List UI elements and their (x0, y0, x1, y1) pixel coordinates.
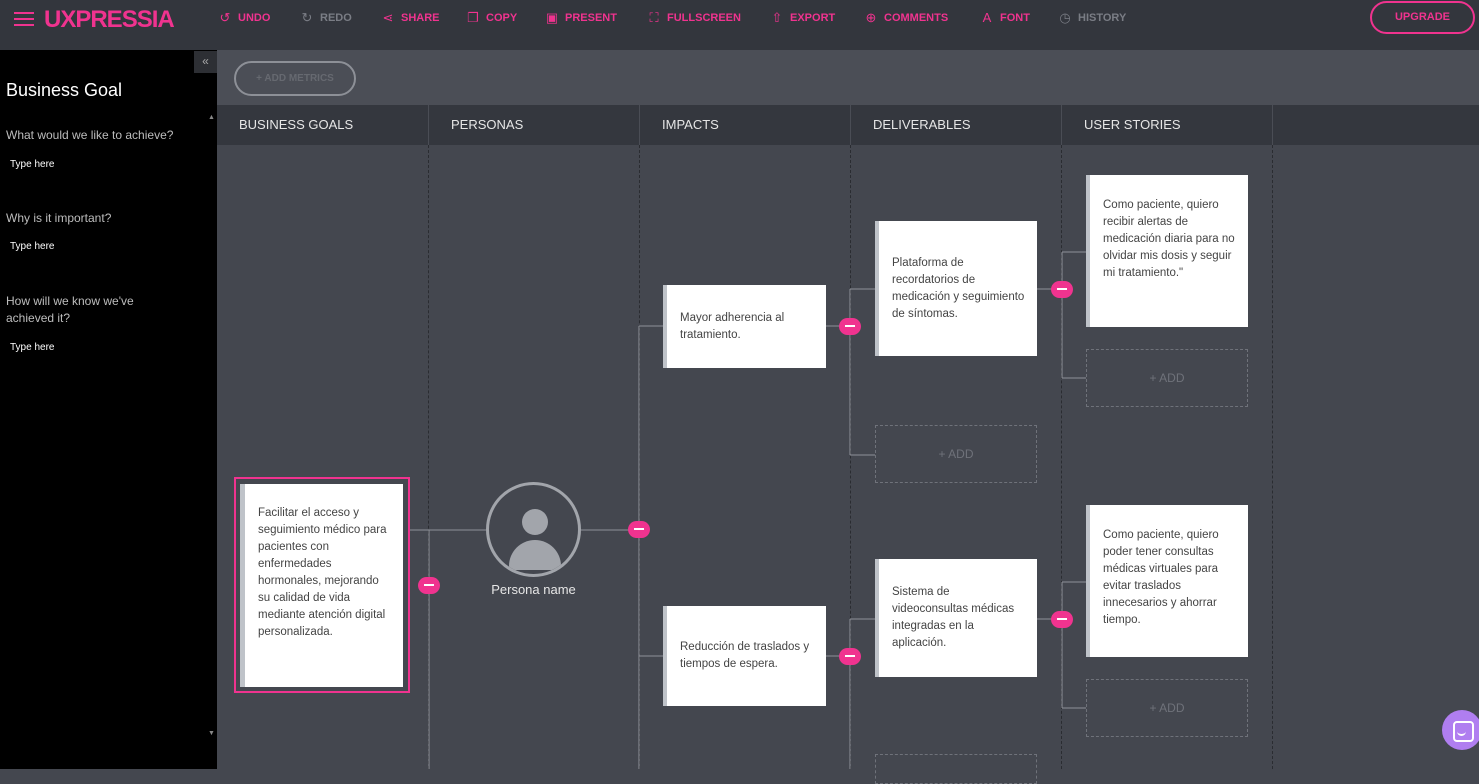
comments-button[interactable]: ⊕ COMMENTS (864, 10, 949, 25)
share-label: SHARE (401, 12, 440, 24)
column-divider (428, 105, 429, 145)
user-story-text: Como paciente, quiero recibir alertas de… (1103, 199, 1235, 279)
question-importance: Why is it important? (6, 211, 112, 225)
impact-text: Mayor adherencia al tratamiento. (680, 311, 785, 341)
add-deliverable-button[interactable] (875, 754, 1037, 784)
column-divider (1272, 105, 1273, 145)
panel-title: Business Goal (6, 80, 123, 100)
business-goal-text: Facilitar el acceso y seguimiento médico… (258, 507, 387, 638)
deliverable-text: Sistema de videoconsultas médicas integr… (892, 586, 1015, 649)
share-button[interactable]: ⋖ SHARE (381, 11, 440, 25)
add-user-story-button[interactable]: + ADD (1086, 679, 1248, 737)
scroll-up-icon[interactable]: ▲ (208, 114, 215, 121)
column-guide (1061, 145, 1062, 769)
metrics-bar: + ADD METRICS (217, 50, 1479, 105)
export-button[interactable]: ⇧ EXPORT (770, 10, 836, 25)
export-icon: ⇧ (771, 10, 783, 25)
app-logo[interactable]: UXPRESSIA (44, 6, 175, 34)
column-divider (850, 105, 851, 145)
comments-icon: ⊕ (865, 10, 877, 25)
redo-label: REDO (320, 12, 352, 24)
collapse-persona-button[interactable] (628, 521, 650, 538)
business-goal-card[interactable]: Facilitar el acceso y seguimiento médico… (240, 484, 403, 687)
column-headers: BUSINESS GOALS PERSONAS IMPACTS DELIVERA… (217, 105, 1479, 145)
column-guide (1272, 145, 1273, 769)
collapse-deliverable-button[interactable] (1051, 611, 1073, 628)
collapse-goal-button[interactable] (418, 577, 440, 594)
comments-label: COMMENTS (884, 12, 949, 24)
impact-card[interactable]: Reducción de traslados y tiempos de espe… (663, 606, 826, 706)
undo-icon: ↺ (219, 10, 231, 25)
answer-measure-field[interactable]: Type here (10, 342, 54, 353)
history-label: HISTORY (1078, 12, 1127, 24)
redo-icon: ↻ (301, 10, 313, 25)
collapse-impact-button[interactable] (839, 318, 861, 335)
undo-label: UNDO (238, 12, 271, 24)
business-goal-panel: « Business Goal ▲ What would we like to … (0, 50, 217, 769)
persona-avatar[interactable] (486, 482, 581, 577)
copy-label: COPY (486, 12, 518, 24)
user-story-card[interactable]: Como paciente, quiero poder tener consul… (1086, 505, 1248, 657)
fullscreen-label: FULLSCREEN (667, 12, 741, 24)
column-business-goals: BUSINESS GOALS (239, 117, 354, 132)
answer-achieve-field[interactable]: Type here (10, 159, 54, 170)
font-button[interactable]: A FONT (980, 11, 1030, 25)
column-deliverables: DELIVERABLES (873, 117, 971, 132)
answer-importance-field[interactable]: Type here (10, 241, 54, 252)
impact-card[interactable]: Mayor adherencia al tratamiento. (663, 285, 826, 368)
history-button[interactable]: ◷ HISTORY (1058, 11, 1126, 25)
fullscreen-icon: ⛶ (649, 10, 659, 25)
scroll-down-icon[interactable]: ▼ (208, 730, 215, 737)
user-icon-body (509, 540, 561, 570)
redo-button[interactable]: ↻ REDO (300, 11, 352, 25)
fullscreen-button[interactable]: ⛶ FULLSCREEN (647, 11, 741, 25)
history-icon: ◷ (1059, 10, 1071, 25)
user-icon (522, 509, 548, 535)
add-metrics-button[interactable]: + ADD METRICS (234, 61, 356, 96)
collapse-impact-button[interactable] (839, 648, 861, 665)
column-divider (639, 105, 640, 145)
column-guide (428, 145, 429, 769)
upgrade-button[interactable]: UPGRADE (1370, 1, 1475, 34)
menu-icon[interactable] (14, 11, 34, 27)
copy-button[interactable]: ❐ COPY (466, 11, 517, 25)
column-personas: PERSONAS (451, 117, 524, 132)
question-measure: How will we know we've achieved it? (6, 294, 134, 325)
deliverable-text: Plataforma de recordatorios de medicació… (892, 256, 1025, 320)
top-toolbar: UXPRESSIA ↺ UNDO ↻ REDO ⋖ SHARE ❐ COPY ▣ PRES… (0, 0, 1479, 50)
add-deliverable-button[interactable]: + ADD (875, 425, 1037, 483)
deliverable-card[interactable]: Sistema de videoconsultas médicas integr… (875, 559, 1037, 677)
persona-name[interactable]: Persona name (466, 582, 601, 597)
chat-icon[interactable] (1442, 710, 1479, 750)
font-icon: A (982, 10, 992, 25)
column-divider (1061, 105, 1062, 145)
present-button[interactable]: ▣ PRESENT (545, 11, 617, 25)
copy-icon: ❐ (467, 10, 479, 25)
undo-button[interactable]: ↺ UNDO (218, 10, 271, 25)
present-label: PRESENT (565, 12, 617, 24)
deliverable-card[interactable]: Plataforma de recordatorios de medicació… (875, 221, 1037, 356)
column-guide (850, 145, 851, 769)
collapse-deliverable-button[interactable] (1051, 281, 1073, 298)
column-guide (639, 145, 640, 769)
question-achieve: What would we like to achieve? (6, 128, 174, 142)
present-icon: ▣ (545, 10, 559, 25)
user-story-card[interactable]: Como paciente, quiero recibir alertas de… (1086, 175, 1248, 327)
collapse-panel-icon[interactable]: « (194, 51, 217, 73)
share-icon: ⋖ (382, 10, 394, 25)
user-story-text: Como paciente, quiero poder tener consul… (1103, 529, 1219, 626)
font-label: FONT (1000, 12, 1030, 24)
export-label: EXPORT (790, 12, 836, 24)
add-user-story-button[interactable]: + ADD (1086, 349, 1248, 407)
impact-text: Reducción de traslados y tiempos de espe… (680, 641, 810, 670)
column-user-stories: USER STORIES (1084, 117, 1181, 132)
column-impacts: IMPACTS (662, 117, 719, 132)
